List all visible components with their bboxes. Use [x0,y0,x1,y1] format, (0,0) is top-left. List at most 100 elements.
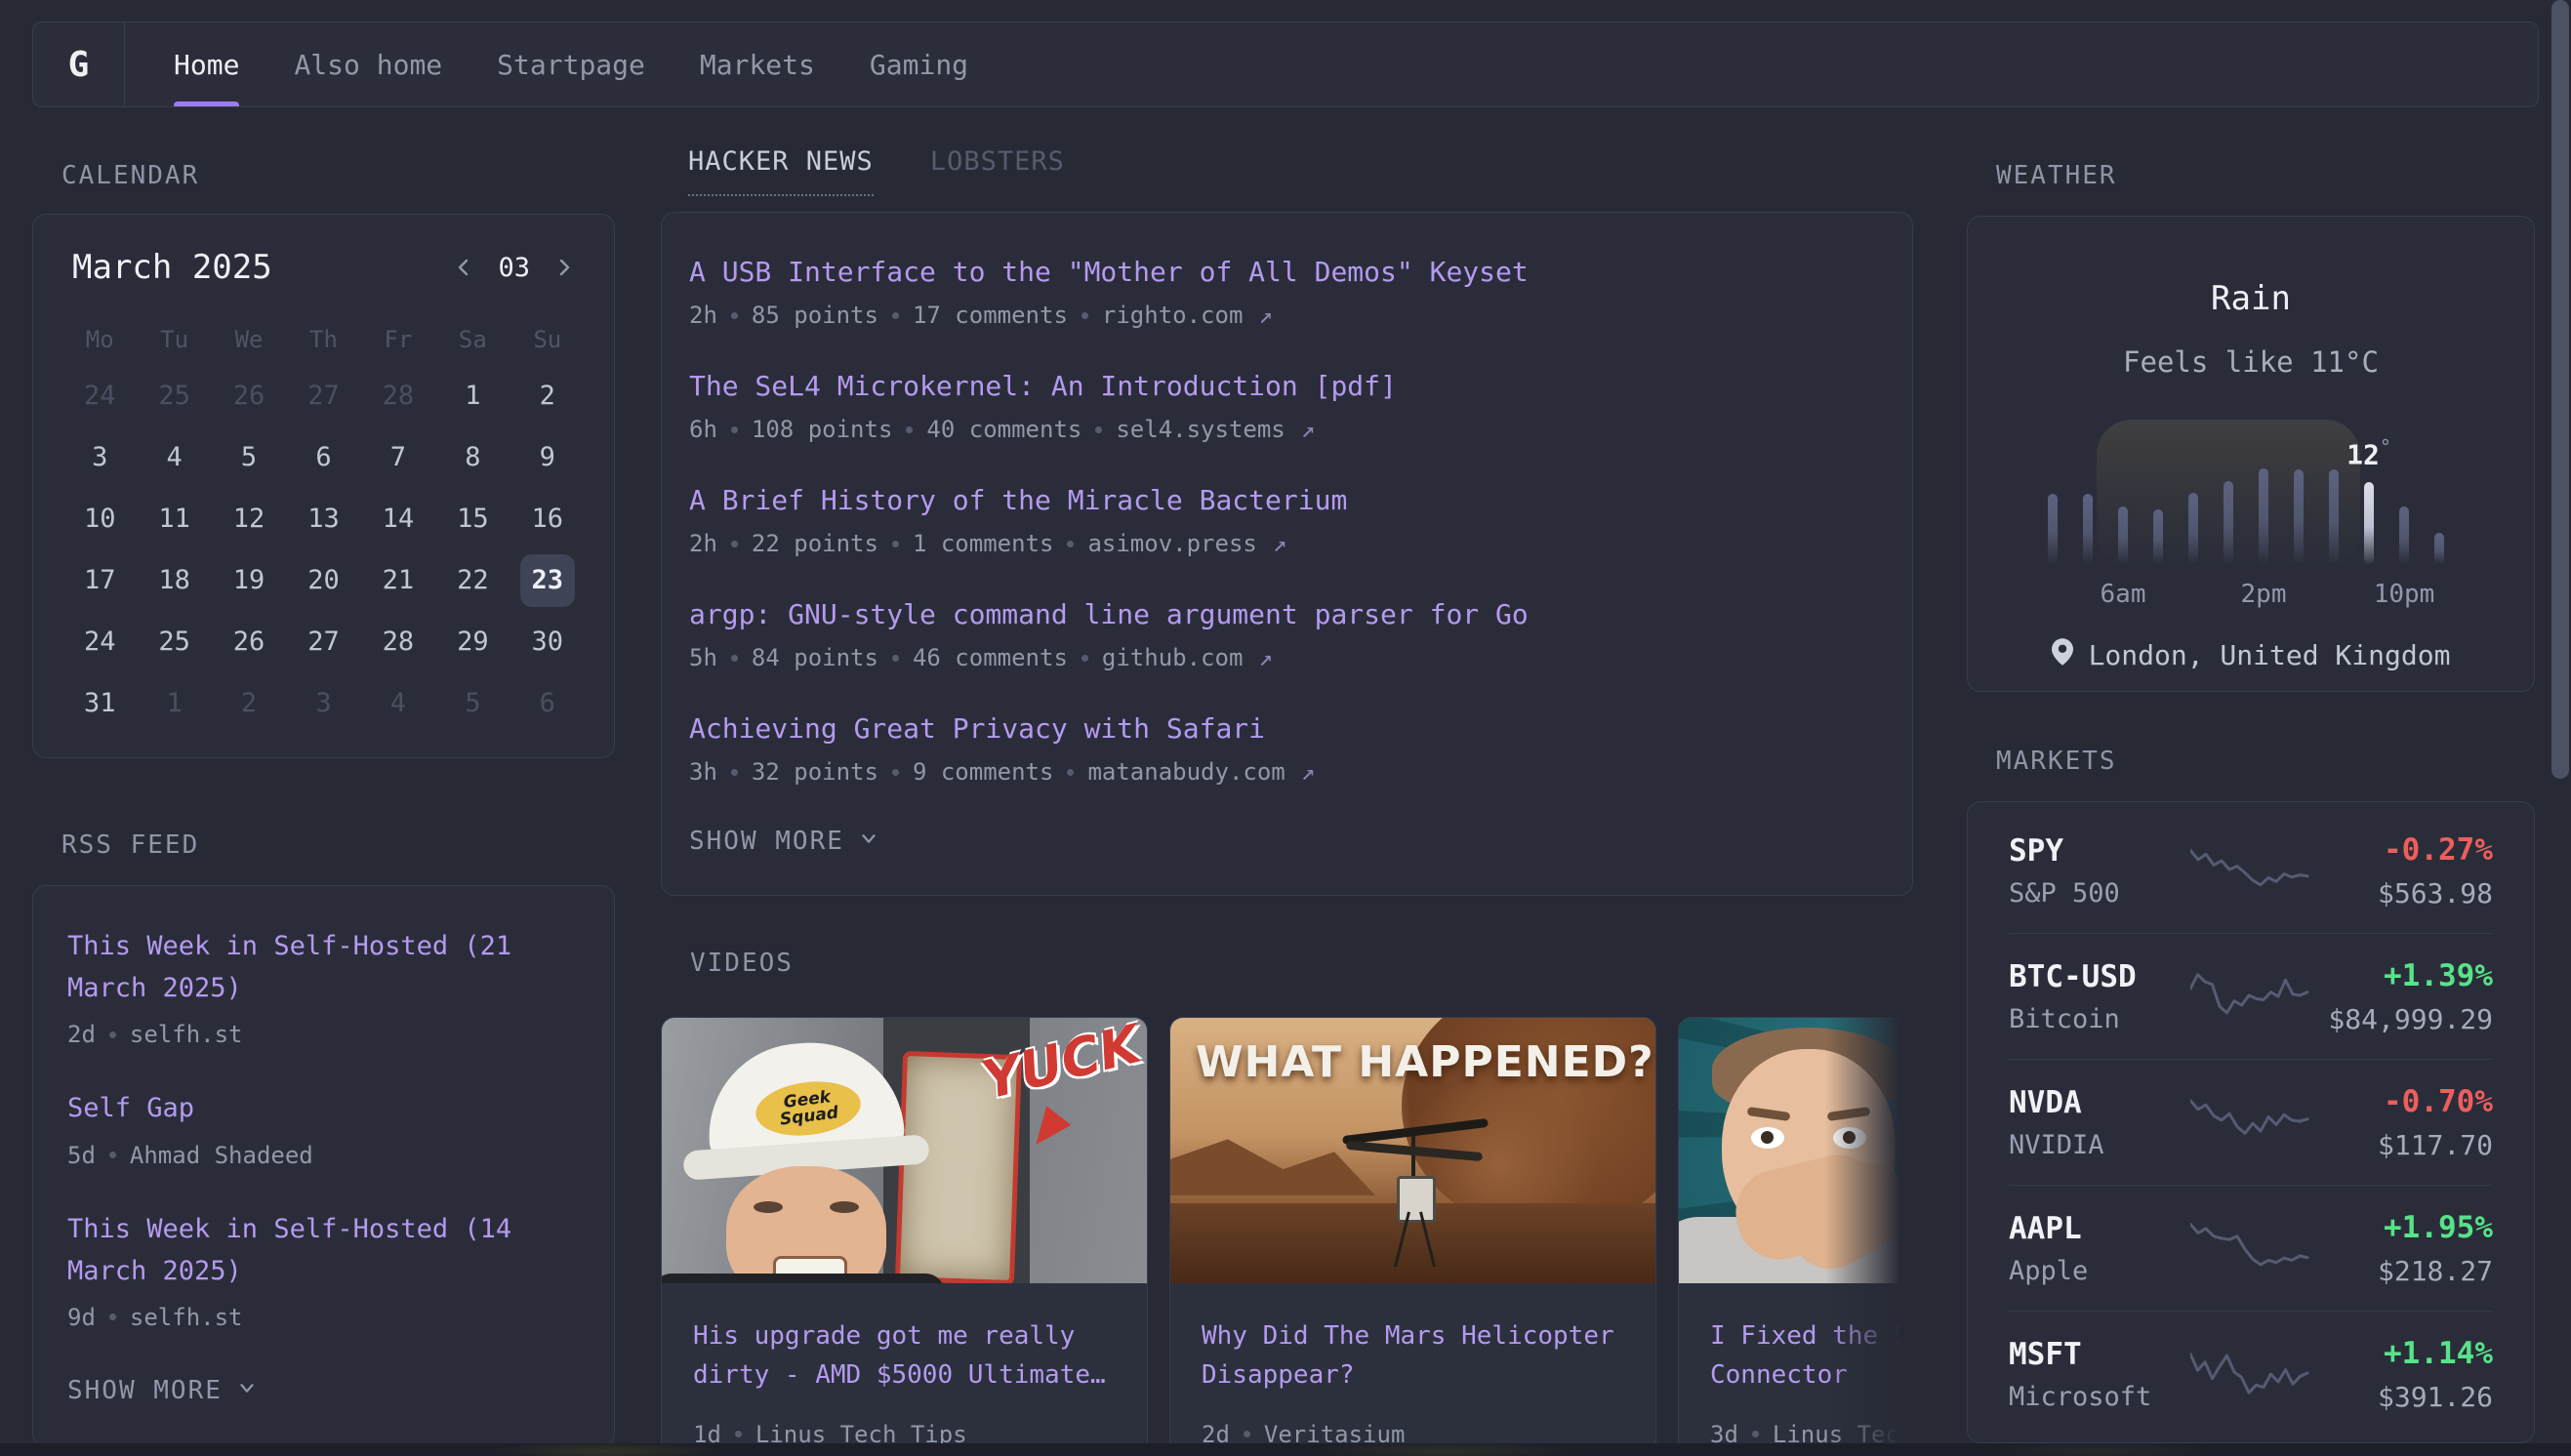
chevron-right-icon[interactable] [551,256,575,279]
calendar-day[interactable]: 20 [286,551,360,609]
nav-tab-gaming[interactable]: Gaming [870,22,968,106]
calendar-day[interactable]: 25 [137,367,211,425]
calendar-day[interactable]: 29 [435,613,510,670]
calendar-day[interactable]: 22 [435,551,510,609]
calendar-day[interactable]: 5 [435,674,510,732]
calendar-day[interactable]: 4 [361,674,435,732]
news-item-comments: 46 comments [913,644,1068,671]
calendar-day[interactable]: 15 [435,490,510,547]
nav-tabs: Home Also home Startpage Markets Gaming [125,22,968,106]
news-item-domain[interactable]: asimov.press [1087,530,1256,557]
temperature-bar [2224,481,2233,564]
calendar-day[interactable]: 9 [510,428,585,486]
calendar-day[interactable]: 6 [510,674,585,732]
video-card[interactable]: Geek SquadYUCKHis upgrade got me really … [661,1017,1148,1456]
calendar-day[interactable]: 13 [286,490,360,547]
calendar-day-number: 6 [520,677,575,730]
scrollbar-thumb[interactable] [2551,0,2569,779]
calendar-day[interactable]: 5 [212,428,286,486]
video-title[interactable]: I Fixed the 50 Series Power Connector [1710,1316,1913,1395]
nav-tab-home[interactable]: Home [174,22,239,106]
top-nav: G Home Also home Startpage Markets Gaming [32,21,2539,107]
calendar-day[interactable]: 26 [212,367,286,425]
rss-item-title[interactable]: Self Gap [67,1087,580,1129]
calendar-day[interactable]: 21 [361,551,435,609]
news-item-points: 108 points [752,416,893,443]
video-title[interactable]: Why Did The Mars Helicopter Disappear? [1202,1316,1624,1395]
calendar-day-number: 26 [222,616,276,668]
calendar-day[interactable]: 7 [361,428,435,486]
rss-item-title[interactable]: This Week in Self-Hosted (14 March 2025) [67,1208,580,1292]
news-item-domain[interactable]: righto.com [1102,302,1244,329]
nav-tab-markets[interactable]: Markets [700,22,815,106]
news-show-more-button[interactable]: SHOW MORE [689,827,1885,856]
calendar-day[interactable]: 11 [137,490,211,547]
market-row-msft[interactable]: MSFTMicrosoft+1.14%$391.26 [2009,1311,2493,1436]
market-quote-block: +1.39%$84,999.29 [2327,958,2493,1035]
calendar-day[interactable]: 8 [435,428,510,486]
calendar-day[interactable]: 27 [286,613,360,670]
news-tab-hacker-news[interactable]: HACKER NEWS [688,146,874,196]
right-column: WEATHER Rain Feels like 11°C 12°6am2pm10… [1967,161,2535,1443]
news-item-title[interactable]: A Brief History of the Miracle Bacterium [689,484,1885,516]
nav-tab-startpage[interactable]: Startpage [497,22,645,106]
app-logo[interactable]: G [33,22,125,106]
dot-separator [892,655,899,662]
dot-separator [109,1314,116,1320]
news-item-title[interactable]: Achieving Great Privacy with Safari [689,712,1885,745]
calendar-day[interactable]: 14 [361,490,435,547]
calendar-day[interactable]: 1 [435,367,510,425]
calendar-day[interactable]: 16 [510,490,585,547]
calendar-day[interactable]: 17 [62,551,137,609]
market-row-spy[interactable]: SPYS&P 500-0.27%$563.98 [2009,808,2493,933]
calendar-day[interactable]: 6 [286,428,360,486]
calendar-day-number: 19 [222,554,276,607]
nav-tab-also-home[interactable]: Also home [294,22,442,106]
calendar-day-selected[interactable]: 23 [510,551,585,609]
news-tab-lobsters[interactable]: LOBSTERS [930,146,1065,194]
external-link-icon: ↗ [1258,644,1272,671]
rss-show-more-button[interactable]: SHOW MORE [67,1376,580,1405]
video-card[interactable]: WHAT HAPPENED?Why Did The Mars Helicopte… [1169,1017,1656,1456]
calendar-day[interactable]: 24 [62,367,137,425]
calendar-day[interactable]: 3 [286,674,360,732]
rss-item: This Week in Self-Hosted (14 March 2025)… [67,1208,580,1331]
market-row-nvda[interactable]: NVDANVIDIA-0.70%$117.70 [2009,1059,2493,1185]
calendar-day[interactable]: 3 [62,428,137,486]
calendar-day[interactable]: 26 [212,613,286,670]
market-price: $84,999.29 [2327,1003,2493,1035]
calendar-day[interactable]: 28 [361,613,435,670]
news-item-domain[interactable]: sel4.systems [1116,416,1285,443]
calendar-day[interactable]: 31 [62,674,137,732]
calendar-day[interactable]: 25 [137,613,211,670]
news-item-domain[interactable]: matanabudy.com [1087,758,1285,786]
calendar-month-badge: 03 [498,253,530,283]
market-quote-block: +1.14%$391.26 [2327,1336,2493,1413]
calendar-day[interactable]: 2 [510,367,585,425]
calendar-day[interactable]: 19 [212,551,286,609]
news-item-meta: 2h85 points17 commentsrighto.com↗ [689,302,1885,329]
rss-item-title[interactable]: This Week in Self-Hosted (21 March 2025) [67,925,580,1009]
calendar-day[interactable]: 24 [62,613,137,670]
market-row-btc-usd[interactable]: BTC-USDBitcoin+1.39%$84,999.29 [2009,933,2493,1059]
temperature-bar-current [2364,482,2374,564]
chevron-left-icon[interactable] [453,256,476,279]
news-item-title[interactable]: The SeL4 Microkernel: An Introduction [p… [689,370,1885,402]
calendar-day-number: 5 [445,677,500,730]
market-change: +1.14% [2327,1336,2493,1371]
calendar-day[interactable]: 28 [361,367,435,425]
calendar-day[interactable]: 12 [212,490,286,547]
calendar-day[interactable]: 10 [62,490,137,547]
news-item-title[interactable]: argp: GNU-style command line argument pa… [689,598,1885,630]
calendar-day[interactable]: 30 [510,613,585,670]
calendar-day[interactable]: 27 [286,367,360,425]
video-title[interactable]: His upgrade got me really dirty - AMD $5… [693,1316,1116,1395]
news-item-title[interactable]: A USB Interface to the "Mother of All De… [689,256,1885,288]
calendar-day[interactable]: 18 [137,551,211,609]
news-item-domain[interactable]: github.com [1102,644,1244,671]
calendar-day[interactable]: 4 [137,428,211,486]
video-card[interactable]: DOTHI Fixed the 50 Series Power Connecto… [1678,1017,1913,1456]
calendar-day[interactable]: 1 [137,674,211,732]
market-row-aapl[interactable]: AAPLApple+1.95%$218.27 [2009,1185,2493,1311]
calendar-day[interactable]: 2 [212,674,286,732]
